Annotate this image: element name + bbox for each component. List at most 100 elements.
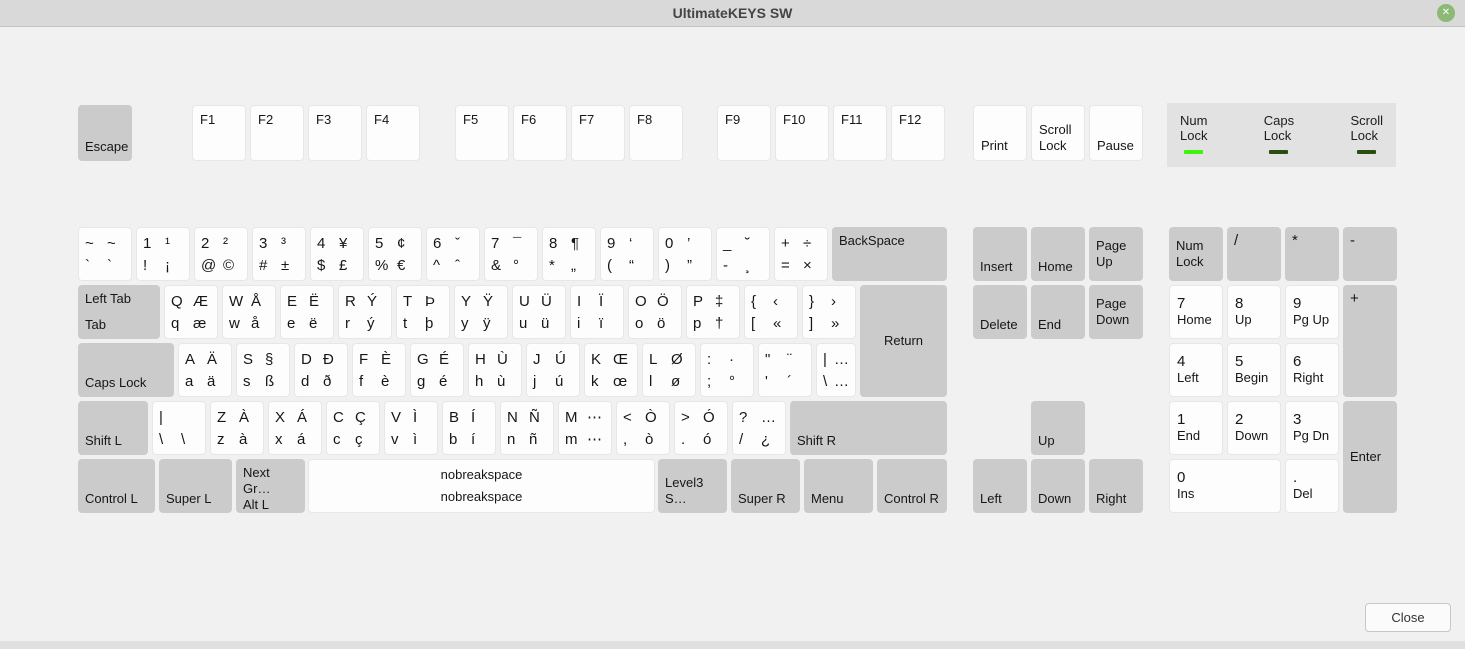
key-2[interactable]: 2²@© [194, 227, 248, 281]
key-c[interactable]: CÇcç [326, 401, 380, 455]
close-button[interactable]: Close [1365, 603, 1451, 632]
key-f12[interactable]: F12 [891, 105, 945, 161]
key-f10[interactable]: F10 [775, 105, 829, 161]
key-arrow-up[interactable]: Up [1031, 401, 1085, 455]
key-bracket-left[interactable]: {‹[« [744, 285, 798, 339]
key-5[interactable]: 5¢%€ [368, 227, 422, 281]
key-f5[interactable]: F5 [455, 105, 509, 161]
key-super-l[interactable]: Super L [159, 459, 232, 513]
key-minus[interactable]: _˘-¸ [716, 227, 770, 281]
key-g[interactable]: GÉgé [410, 343, 464, 397]
key-o[interactable]: OÖoö [628, 285, 682, 339]
key-np-0[interactable]: 0Ins [1169, 459, 1281, 513]
key-np-3[interactable]: 3Pg Dn [1285, 401, 1339, 455]
key-shift-l[interactable]: Shift L [78, 401, 148, 455]
key-space[interactable]: nobreakspacenobreakspace [308, 459, 655, 513]
key-semicolon[interactable]: :·;° [700, 343, 754, 397]
key-l[interactable]: LØlø [642, 343, 696, 397]
key-np-enter[interactable]: Enter [1343, 401, 1397, 513]
key-t[interactable]: TÞtþ [396, 285, 450, 339]
key-np-8[interactable]: 8Up [1227, 285, 1281, 339]
key-page-up[interactable]: PageUp [1089, 227, 1143, 281]
key-np-2[interactable]: 2Down [1227, 401, 1281, 455]
key-home[interactable]: Home [1031, 227, 1085, 281]
key-4[interactable]: 4¥$£ [310, 227, 364, 281]
key-np-add[interactable]: + [1343, 285, 1397, 397]
key-super-r[interactable]: Super R [731, 459, 800, 513]
key-alt-l[interactable]: Next Gr…Alt L [236, 459, 305, 513]
key-j[interactable]: JÚjú [526, 343, 580, 397]
key-f8[interactable]: F8 [629, 105, 683, 161]
key-slash[interactable]: ?…/¿ [732, 401, 786, 455]
key-end[interactable]: End [1031, 285, 1085, 339]
key-h[interactable]: HÙhù [468, 343, 522, 397]
key-f[interactable]: FÈfè [352, 343, 406, 397]
key-3[interactable]: 3³#± [252, 227, 306, 281]
key-control-l[interactable]: Control L [78, 459, 155, 513]
key-scroll-lock[interactable]: ScrollLock [1031, 105, 1085, 161]
key-f1[interactable]: F1 [192, 105, 246, 161]
key-f4[interactable]: F4 [366, 105, 420, 161]
key-period[interactable]: >Ó.ó [674, 401, 728, 455]
key-np-4[interactable]: 4Left [1169, 343, 1223, 397]
key-np-multiply[interactable]: * [1285, 227, 1339, 281]
key-np-1[interactable]: 1End [1169, 401, 1223, 455]
key-x[interactable]: XÁxá [268, 401, 322, 455]
key-u[interactable]: UÜuü [512, 285, 566, 339]
key-v[interactable]: VÌvì [384, 401, 438, 455]
key-equal[interactable]: +÷=× [774, 227, 828, 281]
key-f11[interactable]: F11 [833, 105, 887, 161]
key-w[interactable]: WÅwå [222, 285, 276, 339]
key-bracket-right[interactable]: }›]» [802, 285, 856, 339]
key-num-lock[interactable]: NumLock [1169, 227, 1223, 281]
key-np-5[interactable]: 5Begin [1227, 343, 1281, 397]
key-p[interactable]: P‡p† [686, 285, 740, 339]
key-arrow-right[interactable]: Right [1089, 459, 1143, 513]
key-np-9[interactable]: 9Pg Up [1285, 285, 1339, 339]
key-apostrophe[interactable]: "¨'´ [758, 343, 812, 397]
key-shift-r[interactable]: Shift R [790, 401, 947, 455]
window-close-button[interactable]: ✕ [1437, 4, 1455, 22]
key-e[interactable]: EËeë [280, 285, 334, 339]
key-r[interactable]: RÝrý [338, 285, 392, 339]
key-insert[interactable]: Insert [973, 227, 1027, 281]
key-menu[interactable]: Menu [804, 459, 873, 513]
key-f3[interactable]: F3 [308, 105, 362, 161]
key-f9[interactable]: F9 [717, 105, 771, 161]
key-arrow-left[interactable]: Left [973, 459, 1027, 513]
key-6[interactable]: 6ˇ^ˆ [426, 227, 480, 281]
key-backslash[interactable]: |\\ [152, 401, 206, 455]
key-delete[interactable]: Delete [973, 285, 1027, 339]
key-z[interactable]: ZÀzà [210, 401, 264, 455]
key-f6[interactable]: F6 [513, 105, 567, 161]
key-f7[interactable]: F7 [571, 105, 625, 161]
key-level3-shift[interactable]: Level3 S… [658, 459, 727, 513]
key-0[interactable]: 0’)” [658, 227, 712, 281]
key-q[interactable]: QÆqæ [164, 285, 218, 339]
key-comma[interactable]: <Ò,ò [616, 401, 670, 455]
key-control-r[interactable]: Control R [877, 459, 947, 513]
key-d[interactable]: DÐdð [294, 343, 348, 397]
key-print[interactable]: Print [973, 105, 1027, 161]
key-f2[interactable]: F2 [250, 105, 304, 161]
key-return[interactable]: Return [860, 285, 947, 397]
key-page-down[interactable]: PageDown [1089, 285, 1143, 339]
key-m[interactable]: M⋯m⋯ [558, 401, 612, 455]
key-7[interactable]: 7¯&° [484, 227, 538, 281]
key-np-7[interactable]: 7Home [1169, 285, 1223, 339]
key-caps-lock[interactable]: Caps Lock [78, 343, 174, 397]
key-y[interactable]: YŸyÿ [454, 285, 508, 339]
key-backspace[interactable]: BackSpace [832, 227, 947, 281]
key-arrow-down[interactable]: Down [1031, 459, 1085, 513]
key-s[interactable]: S§sß [236, 343, 290, 397]
key-a[interactable]: AÄaä [178, 343, 232, 397]
key-8[interactable]: 8¶*„ [542, 227, 596, 281]
key-n[interactable]: NÑnñ [500, 401, 554, 455]
key-9[interactable]: 9‘(“ [600, 227, 654, 281]
key-b[interactable]: BÍbí [442, 401, 496, 455]
key-k[interactable]: KŒkœ [584, 343, 638, 397]
key-1[interactable]: 1¹!¡ [136, 227, 190, 281]
key-grave[interactable]: ~~`` [78, 227, 132, 281]
key-np-decimal[interactable]: .Del [1285, 459, 1339, 513]
key-tab[interactable]: Left TabTab [78, 285, 160, 339]
